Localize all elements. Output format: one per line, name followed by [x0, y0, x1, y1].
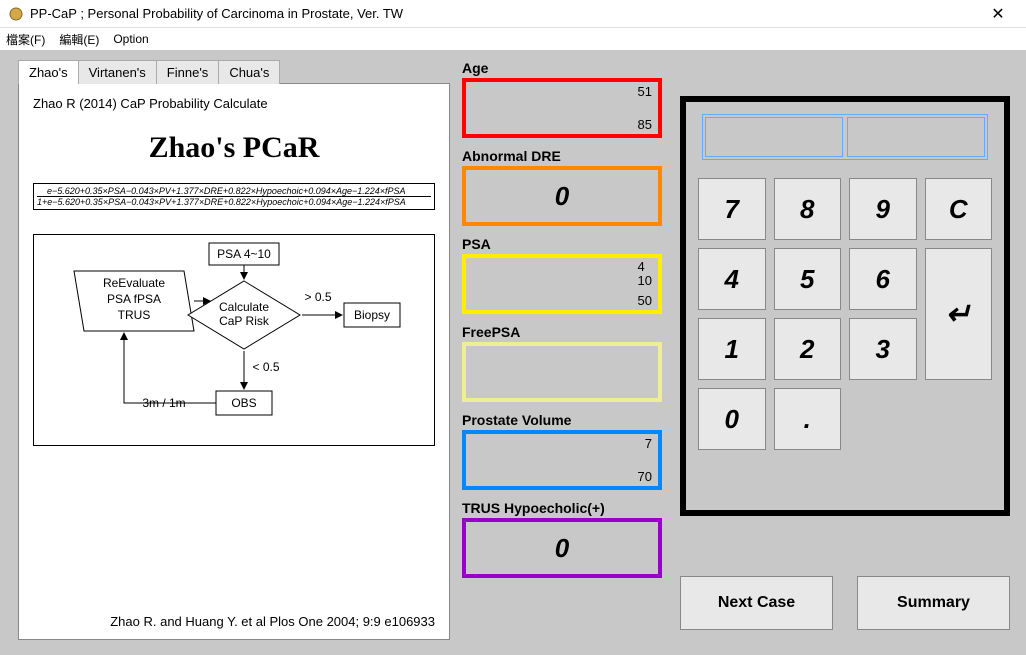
tab-zhao[interactable]: Zhao's [18, 60, 79, 84]
citation: Zhao R. and Huang Y. et al Plos One 2004… [19, 614, 435, 629]
field-age-box[interactable]: 51 85 [462, 78, 662, 138]
app-icon [8, 6, 24, 22]
field-psa: PSA 4 10 50 [462, 236, 662, 314]
display-right [847, 117, 985, 157]
tabstrip: Zhao's Virtanen's Finne's Chua's [18, 60, 279, 84]
close-button[interactable]: ✕ [978, 4, 1018, 24]
field-fpsa: FreePSA [462, 324, 662, 402]
field-dre-value: 0 [466, 170, 658, 222]
field-dre: Abnormal DRE 0 [462, 148, 662, 226]
input-fields: Age 51 85 Abnormal DRE 0 PSA 4 10 50 Fre… [462, 60, 662, 588]
field-age-label: Age [462, 60, 662, 76]
flow-biopsy: Biopsy [354, 308, 390, 322]
menubar: 檔案(F) 編輯(E) Option [0, 28, 1026, 50]
action-buttons: Next Case Summary [680, 576, 1010, 630]
flow-reeval-1: ReEvaluate [103, 276, 165, 290]
field-trus-value: 0 [466, 522, 658, 574]
key-9[interactable]: 9 [849, 178, 917, 240]
field-psa-box[interactable]: 4 10 50 [462, 254, 662, 314]
flow-calc-2: CaP Risk [219, 314, 270, 328]
titlebar: PP-CaP ; Personal Probability of Carcino… [0, 0, 1026, 28]
field-pv-label: Prostate Volume [462, 412, 662, 428]
key-7[interactable]: 7 [698, 178, 766, 240]
tab-finne[interactable]: Finne's [156, 60, 220, 84]
calculator-frame: 7 8 9 C 4 5 6 ↵ 1 2 3 0 . [680, 96, 1010, 516]
field-dre-label: Abnormal DRE [462, 148, 662, 164]
key-3[interactable]: 3 [849, 318, 917, 380]
menu-option[interactable]: Option [113, 32, 148, 46]
key-5[interactable]: 5 [774, 248, 842, 310]
field-pv-bot: 70 [638, 469, 652, 484]
flow-calc-1: Calculate [219, 300, 269, 314]
flow-gt: > 0.5 [304, 290, 331, 304]
field-psa-bot: 50 [638, 293, 652, 308]
flow-reeval-2: PSA fPSA [107, 292, 161, 306]
flow-lt: < 0.5 [252, 360, 279, 374]
field-age: Age 51 85 [462, 60, 662, 138]
tab-chua[interactable]: Chua's [218, 60, 280, 84]
formula-denominator: 1+e−5.620+0.35×PSA−0.043×PV+1.377×DRE+0.… [37, 196, 431, 207]
flow-psa-range: PSA 4~10 [217, 247, 271, 261]
field-psa-label: PSA [462, 236, 662, 252]
field-trus: TRUS Hypoecholic(+) 0 [462, 500, 662, 578]
field-age-top: 51 [638, 84, 652, 99]
key-1[interactable]: 1 [698, 318, 766, 380]
reference-line: Zhao R (2014) CaP Probability Calculate [33, 96, 435, 111]
menu-edit[interactable]: 編輯(E) [59, 31, 99, 48]
key-6[interactable]: 6 [849, 248, 917, 310]
key-clear[interactable]: C [925, 178, 993, 240]
summary-button[interactable]: Summary [857, 576, 1010, 630]
field-fpsa-box[interactable] [462, 342, 662, 402]
field-age-bot: 85 [638, 117, 652, 132]
field-trus-box[interactable]: 0 [462, 518, 662, 578]
key-0[interactable]: 0 [698, 388, 766, 450]
field-psa-top: 4 10 [638, 260, 652, 289]
flowchart: PSA 4~10 ReEvaluate PSA fPSA TRUS Calcul… [33, 234, 435, 446]
key-enter[interactable]: ↵ [925, 248, 993, 380]
field-fpsa-label: FreePSA [462, 324, 662, 340]
panel-title: Zhao's PCaR [33, 131, 435, 165]
formula-numerator: e−5.620+0.35×PSA−0.043×PV+1.377×DRE+0.82… [37, 186, 431, 196]
field-dre-box[interactable]: 0 [462, 166, 662, 226]
calculator-display [702, 114, 988, 160]
flow-reeval-3: TRUS [118, 308, 151, 322]
field-pv-box[interactable]: 7 70 [462, 430, 662, 490]
key-2[interactable]: 2 [774, 318, 842, 380]
window-title: PP-CaP ; Personal Probability of Carcino… [30, 6, 978, 21]
field-trus-label: TRUS Hypoecholic(+) [462, 500, 662, 516]
tab-virtanen[interactable]: Virtanen's [78, 60, 157, 84]
flow-obs: OBS [231, 396, 256, 410]
next-case-button[interactable]: Next Case [680, 576, 833, 630]
menu-file[interactable]: 檔案(F) [6, 31, 45, 48]
key-dot[interactable]: . [774, 388, 842, 450]
field-pv: Prostate Volume 7 70 [462, 412, 662, 490]
formula-box: e−5.620+0.35×PSA−0.043×PV+1.377×DRE+0.82… [33, 183, 435, 210]
info-panel: Zhao R (2014) CaP Probability Calculate … [18, 83, 450, 640]
key-4[interactable]: 4 [698, 248, 766, 310]
key-8[interactable]: 8 [774, 178, 842, 240]
field-pv-top: 7 [645, 436, 652, 451]
display-left [705, 117, 843, 157]
